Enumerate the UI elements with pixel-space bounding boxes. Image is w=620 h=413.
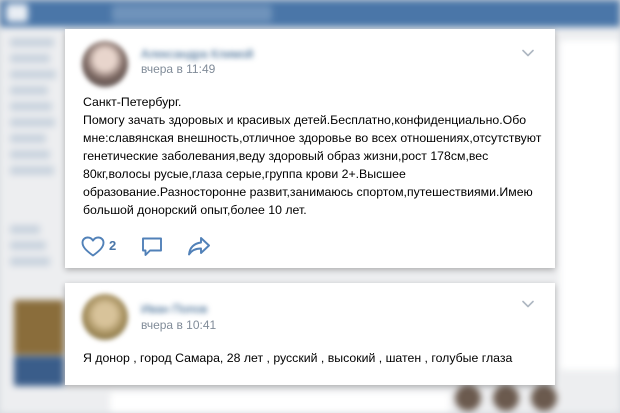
post-time[interactable]: вчера в 10:41 (141, 318, 216, 332)
post-time[interactable]: вчера в 11:49 (141, 62, 215, 76)
search-input[interactable] (112, 5, 272, 22)
menu-item[interactable] (10, 166, 54, 175)
menu-item[interactable] (10, 134, 46, 143)
post-author[interactable]: Иван Попов (141, 302, 207, 316)
avatar[interactable] (82, 41, 128, 87)
chevron-down-icon[interactable] (522, 49, 534, 57)
menu-item[interactable] (10, 38, 54, 47)
menu-item[interactable] (10, 241, 46, 250)
wall-post: Александра Климой вчера в 11:49 Санкт-Пе… (65, 29, 555, 268)
menu-item[interactable] (10, 150, 50, 159)
avatar[interactable] (82, 294, 128, 340)
friend-avatar[interactable] (455, 385, 481, 411)
bottom-post (110, 392, 450, 413)
menu-item[interactable] (10, 70, 56, 79)
friend-avatar[interactable] (493, 385, 519, 411)
heart-icon[interactable] (81, 236, 105, 257)
post-author[interactable]: Александра Климой (141, 47, 253, 61)
vk-logo-icon (6, 4, 28, 22)
sidebar-photo (14, 300, 64, 355)
like-count: 2 (109, 238, 117, 253)
top-bar (0, 0, 620, 27)
left-menu (10, 38, 62, 273)
menu-item[interactable] (10, 102, 52, 111)
menu-item[interactable] (10, 54, 50, 63)
friend-avatar[interactable] (531, 385, 557, 411)
chevron-down-icon[interactable] (522, 300, 534, 308)
post-text: Я донор , город Самара, 28 лет , русский… (83, 351, 513, 365)
menu-item[interactable] (10, 86, 48, 95)
wall-post: Иван Попов вчера в 10:41 Я донор , город… (65, 283, 555, 385)
comment-icon[interactable] (141, 236, 163, 257)
menu-item[interactable] (10, 225, 40, 234)
post-text: Санкт-Петербург. Помогу зачать здоровых … (83, 95, 542, 217)
sidebar-photo (14, 356, 64, 386)
menu-item[interactable] (10, 118, 55, 127)
right-card (560, 40, 620, 370)
menu-item[interactable] (10, 257, 50, 266)
share-icon[interactable] (187, 236, 211, 257)
